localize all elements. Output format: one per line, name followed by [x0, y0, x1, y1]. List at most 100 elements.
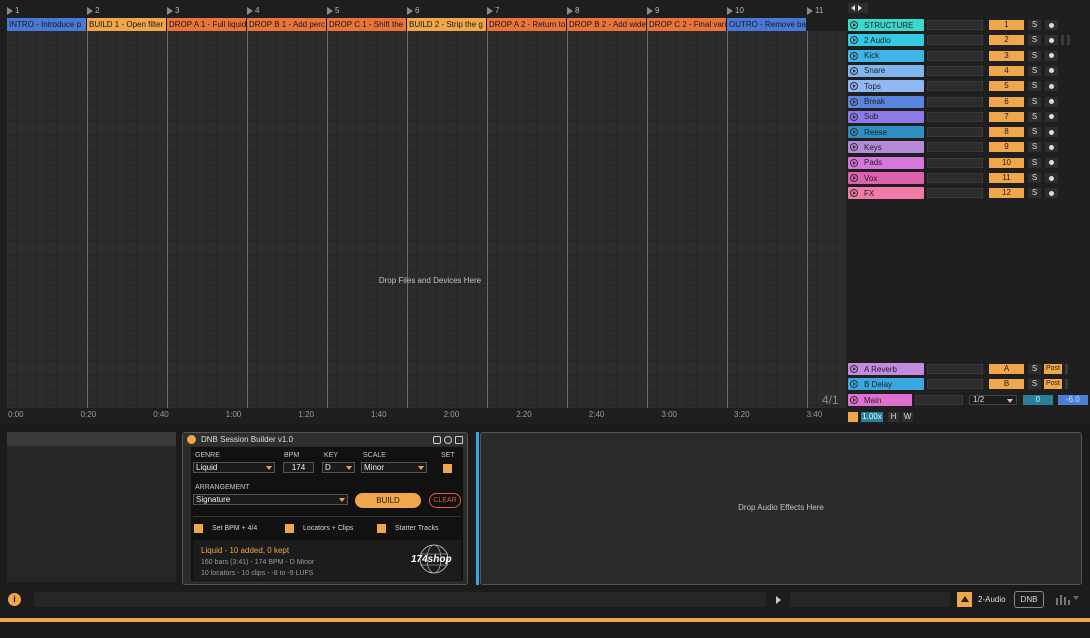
solo-button[interactable]: S [1028, 50, 1041, 61]
audio-effects-drop-area[interactable]: Drop Audio Effects Here [480, 432, 1082, 585]
track-name-button[interactable]: STRUCTURE [848, 19, 924, 31]
solo-button[interactable]: S [1028, 65, 1041, 76]
track-number[interactable]: 4 [989, 65, 1024, 76]
browser-pane[interactable] [7, 432, 176, 582]
track-row[interactable]: STRUCTURE 1 S [848, 18, 1088, 32]
locator-clip[interactable]: BUILD 1 - Open filter [87, 18, 167, 31]
track-row[interactable]: Vox 11 S [848, 171, 1088, 185]
track-name-button[interactable]: B Delay [848, 378, 924, 391]
track-number[interactable]: 7 [989, 111, 1024, 122]
play-icon[interactable] [850, 174, 858, 182]
arrangement-select[interactable]: Signature [193, 494, 348, 505]
track-number[interactable]: B [989, 379, 1024, 390]
locator-clip[interactable]: DROP C 1 - Shift the [327, 18, 407, 31]
set-bpm-checkbox[interactable] [194, 524, 203, 533]
track-row[interactable]: FX 12 S [848, 186, 1088, 200]
solo-button[interactable]: S [1028, 379, 1041, 390]
record-arm-button[interactable] [1045, 142, 1058, 153]
track-name-button[interactable]: Kick [848, 49, 924, 62]
locator-clip[interactable]: DROP A 1 - Full liquid [167, 18, 247, 31]
record-arm-button[interactable] [1045, 173, 1058, 183]
device-tab[interactable]: DNB Se [1014, 591, 1044, 608]
dnb-session-builder-device[interactable]: DNB Session Builder v1.0 GENRE Liquid BP… [182, 432, 468, 585]
track-row[interactable]: Sub 7 S [848, 110, 1088, 124]
track-name-button[interactable]: 2 Audio [848, 34, 924, 47]
arrangement-view[interactable]: 1 2 3 4 5 6 7 8 9 10 11 INTRO - Introduce p BUILD 1… [0, 0, 846, 424]
track-number[interactable]: 12 [989, 188, 1024, 199]
device-header[interactable]: DNB Session Builder v1.0 [183, 433, 467, 446]
device-chain-divider[interactable] [476, 432, 479, 585]
info-icon[interactable]: i [8, 593, 21, 606]
save-icon[interactable] [455, 435, 463, 444]
main-volume[interactable]: 0 [1023, 395, 1053, 405]
track-row[interactable]: Tops 5 S [848, 79, 1088, 93]
record-arm-button[interactable] [1045, 111, 1058, 122]
solo-button[interactable]: S [1028, 35, 1041, 46]
play-icon[interactable] [850, 112, 858, 121]
track-number[interactable]: 2 [989, 35, 1024, 46]
locator-clip[interactable]: DROP B 1 - Add perc [247, 18, 327, 31]
bpm-field[interactable]: 174 [283, 462, 314, 473]
track-number[interactable]: 9 [989, 142, 1024, 153]
solo-button[interactable]: S [1028, 96, 1041, 107]
play-icon[interactable] [850, 66, 858, 75]
bar-marker[interactable]: 9 [647, 6, 659, 15]
left-arrow-icon[interactable] [851, 5, 855, 11]
bar-marker[interactable]: 1 [7, 6, 19, 15]
track-name-button[interactable]: Tops [848, 80, 924, 93]
track-name-button[interactable]: Pads [848, 156, 924, 169]
play-arrow-icon[interactable] [776, 596, 781, 604]
locator-clip[interactable]: BUILD 2 - Strip the g [407, 18, 487, 31]
solo-button[interactable]: S [1028, 188, 1041, 199]
track-row[interactable]: Snare 4 S [848, 64, 1088, 78]
track-name-button[interactable]: Snare [848, 64, 924, 77]
solo-button[interactable]: S [1028, 81, 1041, 92]
play-icon[interactable] [850, 36, 858, 45]
follow-icon[interactable] [848, 412, 858, 422]
bar-marker[interactable]: 6 [407, 6, 419, 15]
w-button[interactable]: W [902, 412, 913, 422]
locator-clip[interactable]: DROP A 2 - Return to [487, 18, 567, 31]
post-button[interactable]: Post [1044, 379, 1062, 390]
meter-icon[interactable] [1056, 594, 1070, 605]
record-arm-button[interactable] [1045, 20, 1058, 30]
locator-clip[interactable]: DROP C 2 - Final vari [647, 18, 727, 31]
arrangement-grid[interactable] [7, 31, 846, 408]
solo-button[interactable]: S [1028, 127, 1041, 138]
bar-marker[interactable]: 4 [247, 6, 259, 15]
track-name-button[interactable]: A Reverb [848, 363, 924, 375]
track-number[interactable]: 1 [989, 20, 1024, 30]
record-arm-button[interactable] [1045, 81, 1058, 92]
locator-clip[interactable]: DROP B 2 - Add wide [567, 18, 647, 31]
record-arm-button[interactable] [1045, 188, 1058, 199]
main-track[interactable]: Main 1/2 0 -6.0 [848, 393, 1089, 407]
track-name-button[interactable]: FX [848, 187, 924, 200]
scroll-arrows[interactable] [848, 3, 868, 13]
track-number[interactable]: 8 [989, 127, 1024, 138]
h-button[interactable]: H [888, 412, 899, 422]
play-icon[interactable] [850, 380, 858, 389]
clear-button[interactable]: CLEAR [429, 493, 461, 508]
track-row[interactable]: Keys 9 S [848, 140, 1088, 154]
track-name-button[interactable]: Break [848, 95, 924, 108]
bar-marker[interactable]: 3 [167, 6, 179, 15]
track-number[interactable]: 10 [989, 157, 1024, 168]
play-icon[interactable] [850, 365, 858, 373]
record-arm-button[interactable] [1045, 157, 1058, 168]
play-icon[interactable] [850, 143, 858, 152]
track-row[interactable]: Kick 3 S [848, 49, 1088, 63]
bar-ruler[interactable]: 1 2 3 4 5 6 7 8 9 10 11 [0, 0, 846, 18]
time-ruler[interactable]: 0:00 0:20 0:40 1:00 1:20 1:40 2:00 2:20 2:40 3:00… [0, 408, 846, 424]
track-number[interactable]: 3 [989, 50, 1024, 61]
quantization-select[interactable]: 1/2 [969, 395, 1018, 405]
play-icon[interactable] [850, 396, 858, 404]
record-arm-button[interactable] [1045, 50, 1058, 61]
bar-marker[interactable]: 7 [487, 6, 499, 15]
track-name-button[interactable]: Keys [848, 141, 924, 154]
arrow-up-icon[interactable] [957, 592, 972, 607]
record-arm-button[interactable] [1045, 65, 1058, 76]
bar-marker[interactable]: 8 [567, 6, 579, 15]
record-arm-button[interactable] [1045, 96, 1058, 107]
bar-marker[interactable]: 5 [327, 6, 339, 15]
track-row[interactable]: A Reverb A S Post [848, 362, 1088, 376]
